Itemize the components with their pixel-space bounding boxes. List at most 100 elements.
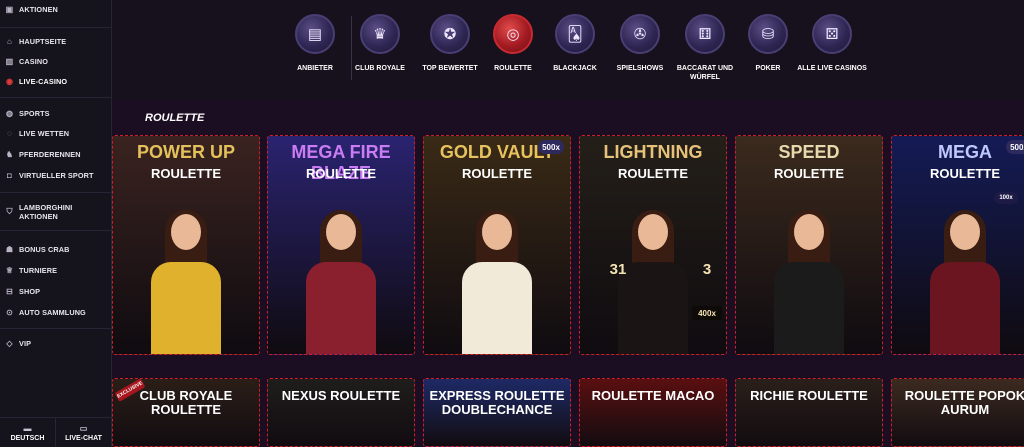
game-card[interactable]: ROULETTE MACAO — [579, 378, 727, 447]
shop-icon: ⊟ — [6, 286, 13, 296]
car-icon: ⊙ — [6, 307, 13, 317]
gift-icon: ▣ — [5, 4, 14, 14]
sidebar-item-pferderennen[interactable]: ♞ PFERDERENNEN — [0, 145, 111, 163]
language-button[interactable]: ▬ DEUTSCH — [0, 418, 56, 447]
game-thumbnail: POWER UP ROULETTE — [112, 135, 260, 355]
sidebar-item-auto-sammlung[interactable]: ⊙ AUTO SAMMLUNG — [0, 303, 111, 321]
shield-icon: ⛉ — [6, 207, 13, 216]
live-chat-label: LIVE-CHAT — [65, 434, 102, 442]
category-crown[interactable]: ♛ CLUB ROYALE — [345, 14, 415, 73]
sidebar-item-casino[interactable]: ▥ CASINO — [0, 52, 111, 70]
sidebar-divider — [0, 328, 111, 329]
sidebar-item-label: AKTIONEN — [19, 4, 58, 14]
live-icon: ◌ — [7, 128, 12, 138]
sidebar-item-label: LAMBORGHINI AKTIONEN — [19, 203, 72, 221]
sidebar-item-label: CASINO — [19, 56, 48, 66]
badge-icon: ✪ — [430, 14, 470, 54]
sidebar-divider — [0, 230, 111, 231]
dice-cards-icon: ⚅ — [685, 14, 725, 54]
game-logo-subtitle: ROULETTE — [617, 166, 689, 181]
game-logo-subtitle: ROULETTE — [461, 166, 533, 181]
sidebar-item-aktionen[interactable]: ▣ AKTIONEN — [0, 0, 111, 18]
language-label: DEUTSCH — [10, 434, 45, 442]
sidebar-divider — [0, 97, 111, 98]
dealer-image — [302, 210, 380, 354]
multiplier-badge: 500x — [538, 140, 564, 154]
sidebar-item-label: AUTO SAMMLUNG — [19, 307, 86, 317]
category-roulette-wheel[interactable]: ◎ ROULETTE — [478, 14, 548, 73]
sidebar-item-sports[interactable]: ◍ SPORTS — [0, 104, 111, 122]
category-wheel[interactable]: ✇ SPIELSHOWS — [605, 14, 675, 73]
game-card[interactable]: LIGHTNINGROULETTE313400xLightning Roulet… — [579, 135, 727, 355]
game-logo-title: ROULETTE POPOK AURUM — [904, 388, 1024, 417]
sidebar: ▣ AKTIONEN ⌂ HAUPTSEITE ▥ CASINO ◉ LIVE-… — [0, 0, 112, 447]
game-logo-title: NEXUS ROULETTE — [281, 388, 401, 403]
game-logo-title: POWER UP — [136, 142, 235, 162]
lightning-number: 3 — [702, 260, 712, 278]
game-logo-subtitle: ROULETTE — [773, 166, 845, 181]
dealer-image — [614, 210, 692, 354]
sidebar-item-hauptseite[interactable]: ⌂ HAUPTSEITE — [0, 32, 111, 50]
category-label: TOP BEWERTET — [422, 65, 478, 72]
category-dice-cards[interactable]: ⚅ BACCARAT UND WÜRFEL — [670, 14, 740, 82]
sidebar-item-label: VIRTUELLER SPORT — [19, 170, 94, 180]
sidebar-item-label: SHOP — [19, 286, 41, 296]
game-thumbnail: MEGA FIRE BLAZE ROULETTE — [267, 135, 415, 355]
game-card[interactable]: NEXUS ROULETTE — [267, 378, 415, 447]
sidebar-item-virtueller-sport[interactable]: ◘ VIRTUELLER SPORT — [0, 166, 111, 184]
game-card[interactable]: EXPRESS ROULETTE DOUBLECHANCE — [423, 378, 571, 447]
sidebar-item-turniere[interactable]: ♕ TURNIERE — [0, 261, 111, 279]
category-badge[interactable]: ✪ TOP BEWERTET — [415, 14, 485, 73]
sidebar-item-live-wetten[interactable]: ◌ LIVE WETTEN — [0, 124, 111, 142]
sidebar-item-label: LIVE-CASINO — [19, 76, 68, 86]
dealer-image — [458, 210, 536, 354]
roulette-wheel-icon: ◎ — [493, 14, 533, 54]
multiplier-badge: 100x — [994, 192, 1018, 204]
sidebar-item-bonus-crab[interactable]: ☗ BONUS CRAB — [0, 240, 111, 258]
category-provider[interactable]: ▤ ANBIETER — [280, 14, 350, 73]
game-card[interactable]: CLUB ROYALE ROULETTE EXCLUSIVE — [112, 378, 260, 447]
sidebar-item-shop[interactable]: ⊟ SHOP — [0, 282, 111, 300]
game-logo-subtitle: ROULETTE — [929, 166, 1001, 181]
category-all-live[interactable]: ⚄ ALLE LIVE CASINOS — [797, 14, 867, 73]
game-card[interactable]: RICHIE ROULETTE — [735, 378, 883, 447]
lambo-line1: LAMBORGHINI — [19, 202, 73, 212]
category-cards[interactable]: 🂡 BLACKJACK — [540, 14, 610, 73]
game-logo-subtitle: ROULETTE — [305, 166, 377, 181]
sidebar-item-label: TURNIERE — [19, 265, 58, 275]
game-card[interactable]: GOLD VAULTROULETTE500xGold Vault Roulett… — [423, 135, 571, 355]
game-card[interactable]: MEGAROULETTE500x100xMega Roulette — [891, 135, 1024, 355]
multiplier-badge: 400x — [692, 306, 722, 320]
game-logo-title: LIGHTNING — [603, 142, 703, 162]
chat-icon: ▭ — [79, 423, 88, 433]
multiplier-badge: 500x — [1006, 140, 1024, 154]
trophy-icon: ♕ — [5, 265, 14, 275]
controller-icon: ◘ — [7, 170, 12, 180]
sidebar-item-label: SPORTS — [19, 108, 50, 118]
sidebar-item-live-casino[interactable]: ◉ LIVE-CASINO — [0, 72, 111, 90]
game-card[interactable]: ROULETTE POPOK AURUM — [891, 378, 1024, 447]
dealer-image — [926, 210, 1004, 354]
category-chips[interactable]: ⛁ POKER — [733, 14, 803, 73]
category-label: BLACKJACK — [553, 65, 597, 72]
provider-icon: ▤ — [295, 14, 335, 54]
sidebar-item-label: HAUPTSEITE — [19, 36, 67, 46]
roulette-icon: ◉ — [5, 76, 14, 86]
game-logo-subtitle: ROULETTE — [150, 166, 222, 181]
game-card[interactable]: MEGA FIRE BLAZEROULETTEMega Fire Blaze R… — [267, 135, 415, 355]
crown-icon: ♛ — [360, 14, 400, 54]
live-chat-button[interactable]: ▭ LIVE-CHAT — [56, 418, 111, 447]
game-card[interactable]: POWER UPROULETTEPowerUP Roulette — [112, 135, 260, 355]
ball-icon: ◍ — [5, 108, 14, 118]
slot-icon: ▥ — [5, 56, 14, 66]
category-label: CLUB ROYALE — [355, 65, 405, 72]
sidebar-footer: ▬ DEUTSCH ▭ LIVE-CHAT — [0, 417, 111, 447]
vip-icon: ◇ — [6, 338, 13, 348]
game-thumbnail: SPEED ROULETTE — [735, 135, 883, 355]
category-label: ROULETTE — [494, 65, 532, 72]
game-logo-title: RICHIE ROULETTE — [750, 388, 868, 403]
sidebar-item-vip[interactable]: ◇ VIP — [0, 334, 111, 352]
sidebar-item-lamborghini[interactable]: ⛉ LAMBORGHINI AKTIONEN — [0, 200, 111, 224]
lightning-number: 31 — [609, 260, 627, 278]
game-card[interactable]: SPEEDROULETTESpeed Roulette — [735, 135, 883, 355]
